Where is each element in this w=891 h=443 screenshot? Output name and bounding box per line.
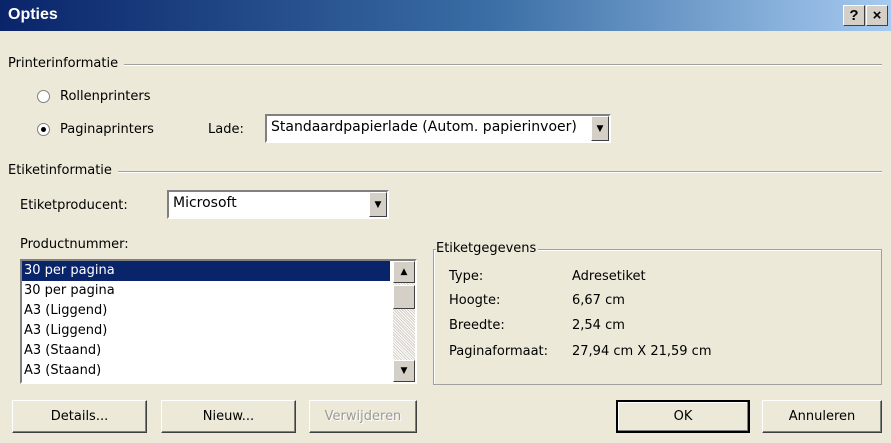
detail-value: 2,54 cm	[572, 318, 625, 333]
window-title: Opties	[8, 6, 58, 23]
product-number-list[interactable]: 30 per pagina 30 per pagina A3 (Liggend)…	[20, 259, 417, 384]
tray-select-value: Standaardpapierlade (Autom. papierinvoer…	[271, 119, 577, 135]
details-button[interactable]: Details...	[12, 400, 147, 433]
list-item[interactable]: A3 (Staand)	[22, 341, 390, 361]
radio-page-printers[interactable]: Paginaprinters	[37, 122, 154, 137]
vendor-label: Etiketproducent:	[20, 198, 128, 213]
options-dialog: Opties ? × Printerinformatie Rollenprint…	[0, 0, 891, 443]
chevron-down-icon[interactable]: ▼	[591, 116, 609, 141]
help-button[interactable]: ?	[843, 5, 865, 26]
list-item[interactable]: A3 (Liggend)	[22, 321, 390, 341]
label-info-divider	[20, 171, 882, 173]
detail-value: 6,67 cm	[572, 293, 625, 308]
cancel-button[interactable]: Annuleren	[762, 400, 882, 433]
chevron-down-icon[interactable]: ▼	[369, 192, 387, 217]
detail-label: Hoogte:	[449, 293, 501, 308]
label-details-legend: Etiketgegevens	[436, 241, 539, 256]
radio-continuous-indicator[interactable]	[37, 90, 50, 103]
scroll-down-icon[interactable]: ▼	[393, 360, 415, 382]
ok-button[interactable]: OK	[616, 400, 750, 433]
detail-label: Paginaformaat:	[449, 344, 549, 359]
product-number-label: Productnummer:	[20, 237, 129, 252]
tray-select[interactable]: Standaardpapierlade (Autom. papierinvoer…	[265, 114, 611, 143]
detail-row-width: Breedte: 2,54 cm	[449, 318, 625, 333]
close-button[interactable]: ×	[866, 5, 888, 26]
label-info-heading: Etiketinformatie	[8, 163, 118, 178]
radio-page-indicator[interactable]	[37, 123, 50, 136]
scroll-thumb[interactable]	[393, 285, 415, 309]
detail-label: Breedte:	[449, 318, 505, 333]
tray-label: Lade:	[208, 122, 244, 137]
detail-row-type: Type: Adresetiket	[449, 269, 646, 284]
new-button[interactable]: Nieuw...	[161, 400, 296, 433]
radio-page-label: Paginaprinters	[60, 122, 154, 137]
title-bar: Opties ? ×	[0, 0, 891, 31]
printer-info-heading: Printerinformatie	[8, 56, 125, 71]
list-item[interactable]: 30 per pagina	[22, 281, 390, 301]
list-item[interactable]: 30 per pagina	[22, 261, 390, 281]
detail-value: 27,94 cm X 21,59 cm	[572, 344, 712, 359]
delete-button[interactable]: Verwijderen	[309, 400, 417, 433]
detail-value: Adresetiket	[572, 269, 646, 284]
list-item[interactable]: A3 (Liggend)	[22, 301, 390, 321]
vendor-select-value: Microsoft	[173, 195, 237, 211]
list-scrollbar[interactable]: ▲ ▼	[393, 261, 415, 382]
radio-continuous-printers[interactable]: Rollenprinters	[37, 89, 151, 104]
detail-row-page-size: Paginaformaat: 27,94 cm X 21,59 cm	[449, 344, 712, 359]
detail-label: Type:	[449, 269, 484, 284]
vendor-select[interactable]: Microsoft ▼	[167, 190, 389, 219]
detail-row-height: Hoogte: 6,67 cm	[449, 293, 625, 308]
printer-info-divider	[20, 64, 882, 66]
list-item[interactable]: A3 (Staand)	[22, 361, 390, 381]
scroll-up-icon[interactable]: ▲	[393, 261, 415, 283]
radio-continuous-label: Rollenprinters	[60, 89, 151, 104]
